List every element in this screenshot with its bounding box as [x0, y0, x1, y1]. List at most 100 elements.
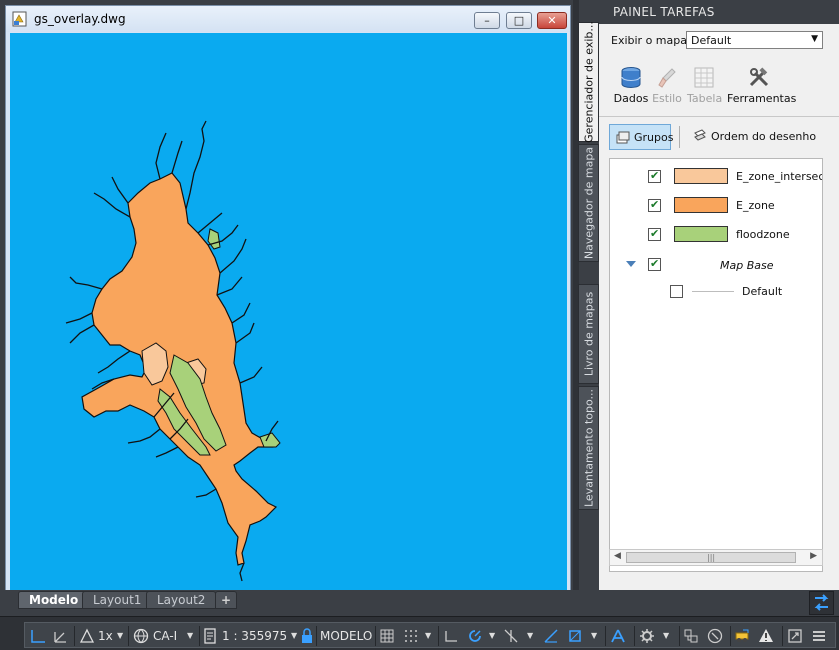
chevron-down-icon: ▼	[527, 631, 534, 640]
base-name: Default	[742, 285, 783, 298]
object-snap-tracking-button[interactable]	[543, 626, 563, 646]
coord-system-button[interactable]: CA-I ▼	[133, 626, 195, 646]
selection-cycling-button[interactable]	[683, 626, 703, 646]
map-select[interactable]: Default ▼	[686, 31, 823, 49]
annotation-scale-value: 1x	[98, 629, 113, 643]
clean-screen-button[interactable]	[787, 626, 807, 646]
status-divider	[316, 626, 317, 646]
object-snap-button[interactable]: ▼	[567, 626, 601, 646]
layer-name: E_zone	[736, 199, 775, 212]
isodraft-button[interactable]: ▼	[503, 626, 537, 646]
layer-checkbox[interactable]: ✔	[648, 198, 661, 212]
status-divider	[438, 626, 439, 646]
close-button[interactable]: ✕	[537, 12, 567, 29]
data-button-label: Dados	[613, 92, 649, 105]
grid-icon	[380, 629, 394, 643]
globe-icon	[133, 628, 149, 644]
status-divider	[679, 626, 680, 646]
table-button[interactable]: Tabela	[687, 66, 722, 105]
ortho-icon	[445, 631, 457, 642]
tab-layout1[interactable]: Layout1	[82, 591, 153, 609]
add-layout-button[interactable]: +	[215, 591, 238, 609]
status-divider	[730, 626, 731, 646]
snap-tracking-icon	[544, 629, 558, 643]
group-checkbox[interactable]: ✔	[648, 257, 661, 271]
status-divider	[128, 626, 129, 646]
tab-map-explorer[interactable]: Navegador de mapa	[578, 144, 599, 262]
swap-panel-button[interactable]	[809, 591, 834, 615]
hardware-acceleration-button[interactable]	[707, 626, 727, 646]
customization-menu-button[interactable]	[811, 626, 831, 646]
object-snap-icon	[569, 630, 581, 642]
layer-checkbox[interactable]: ✔	[648, 227, 661, 241]
scroll-thumb[interactable]: |||	[626, 552, 796, 563]
checkmark-icon: ✔	[650, 257, 660, 270]
ortho-button[interactable]	[443, 626, 463, 646]
warning-button[interactable]	[758, 626, 778, 646]
layer-color-swatch	[674, 197, 728, 213]
communication-center-button[interactable]	[734, 626, 754, 646]
hamburger-menu-icon	[813, 631, 825, 641]
chevron-down-icon: ▼	[591, 631, 598, 640]
tab-layout2[interactable]: Layout2	[146, 591, 217, 609]
map-drawing	[65, 120, 281, 582]
maximize-icon: □	[513, 14, 525, 27]
maximize-button[interactable]: □	[506, 12, 532, 29]
scroll-left-icon[interactable]: ◀	[614, 551, 621, 561]
ucs-button[interactable]	[29, 626, 49, 646]
group-row-map-base[interactable]: ✔ Map Base	[610, 254, 822, 276]
tools-button-label: Ferramentas	[727, 92, 797, 105]
task-pane-header[interactable]: PAINEL TAREFAS	[599, 0, 839, 24]
map-scale-button[interactable]: 1 : 355975 ▼	[203, 626, 313, 646]
tab-display-manager[interactable]: Gerenciador de exib...	[578, 21, 599, 143]
gauge-icon	[707, 628, 723, 644]
groups-icon	[616, 131, 630, 144]
style-button[interactable]: Estilo	[652, 66, 682, 105]
layer-row-e-zone[interactable]: ✔ E_zone	[610, 194, 822, 216]
minimize-button[interactable]: –	[474, 12, 500, 29]
tab-map-book[interactable]: Livro de mapas	[578, 284, 599, 384]
model-space-button[interactable]: MODELO	[320, 626, 372, 646]
annotation-visibility-button[interactable]	[610, 626, 630, 646]
chevron-down-icon: ▼	[425, 631, 432, 640]
layer-name: E_zone_intersec	[736, 170, 823, 183]
coord-system-value: CA-I	[153, 629, 178, 643]
layer-row-floodzone[interactable]: ✔ floodzone	[610, 223, 822, 245]
side-tabs: Gerenciador de exib... Navegador de mapa…	[578, 21, 599, 512]
annotation-scale-button[interactable]: 1x ▼	[79, 626, 123, 646]
map-scale-value: 1 : 355975	[222, 629, 288, 643]
data-button[interactable]: Dados	[613, 66, 649, 105]
checkmark-icon: ✔	[650, 169, 660, 182]
layer-checkbox[interactable]: ✔	[648, 169, 661, 183]
drawing-title: gs_overlay.dwg	[34, 12, 126, 26]
layer-name: floodzone	[736, 228, 790, 241]
layer-row-e-zone-intersec[interactable]: ✔ E_zone_intersec	[610, 165, 823, 187]
tree-horizontal-scrollbar[interactable]: ◀ ||| ▶	[609, 549, 823, 566]
dynamic-ucs-button[interactable]	[51, 626, 71, 646]
base-checkbox[interactable]	[670, 285, 683, 298]
chevron-down-icon: ▼	[291, 631, 298, 640]
base-row-default[interactable]: Default	[610, 280, 822, 302]
tab-groups[interactable]: Grupos	[609, 124, 674, 150]
tab-draw-order[interactable]: Ordem do desenho	[687, 124, 817, 150]
tools-button[interactable]: Ferramentas	[727, 66, 796, 105]
view-tab-divider	[679, 126, 680, 148]
drawing-title-bar[interactable]: gs_overlay.dwg – □ ✕	[6, 6, 570, 32]
snap-button[interactable]: ▼	[403, 626, 435, 646]
expand-triangle-icon[interactable]	[626, 261, 636, 267]
map-canvas[interactable]	[10, 33, 567, 590]
status-bar-tray: 1x ▼ CA-I ▼ 1 : 355975 ▼ MODELO ▼ ▼ ▼ ▼ …	[24, 622, 836, 648]
map-select-label: Exibir o mapa:	[611, 34, 691, 47]
tab-groups-label: Grupos	[634, 131, 674, 144]
swap-arrows-icon	[814, 594, 829, 611]
polar-button[interactable]: ▼	[467, 626, 497, 646]
workspace-button[interactable]: ▼	[639, 626, 675, 646]
tools-icon	[749, 67, 769, 87]
tab-survey[interactable]: Levantamento topo...	[578, 386, 599, 510]
grid-button[interactable]	[379, 626, 399, 646]
tab-model[interactable]: Modelo	[18, 591, 90, 609]
checkmark-icon: ✔	[650, 227, 660, 240]
snap-dots-icon	[405, 630, 417, 642]
database-icon	[621, 67, 641, 88]
scroll-right-icon[interactable]: ▶	[810, 551, 817, 561]
